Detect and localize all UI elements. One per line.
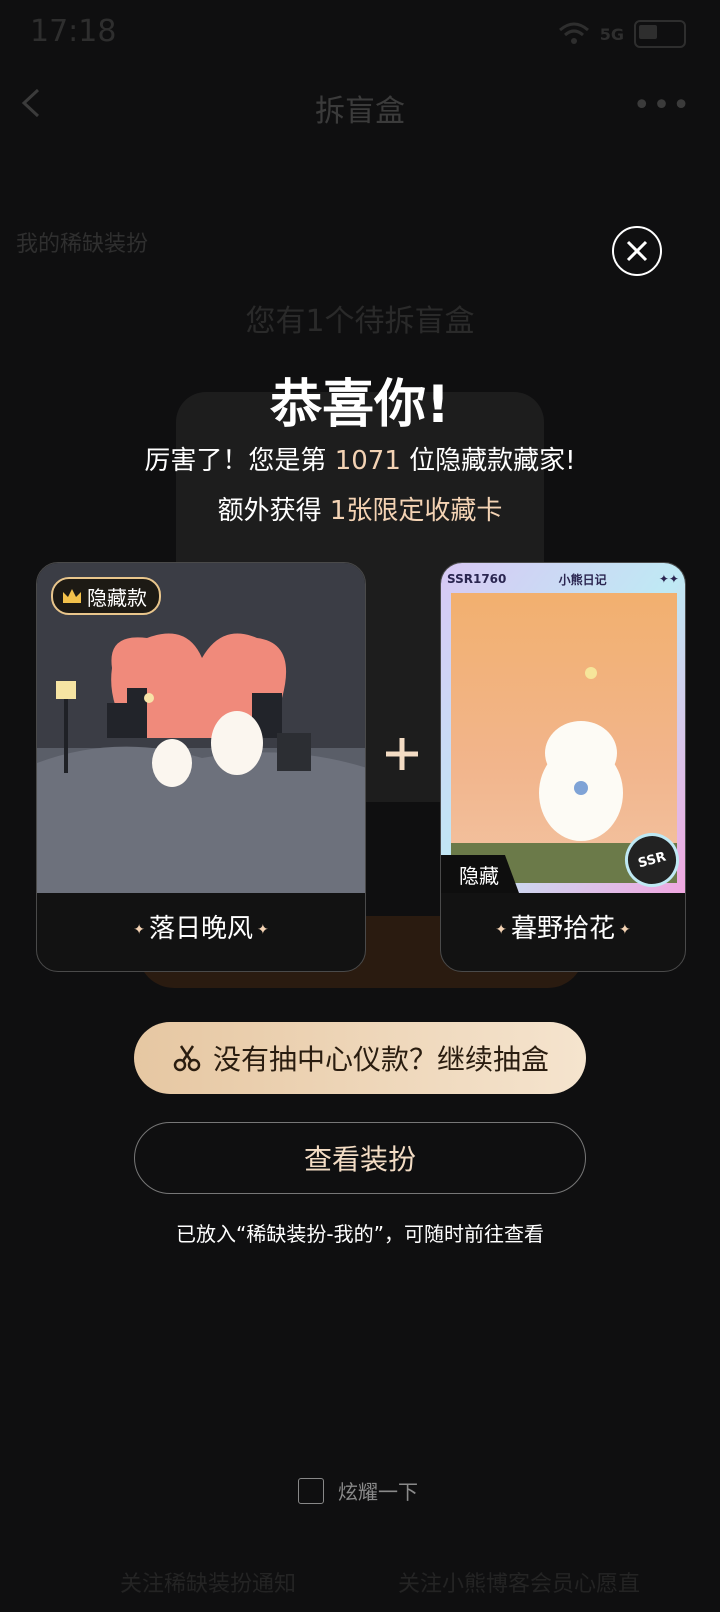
sparkle-icon: ✦ [619, 921, 631, 938]
left-card-name: ✦ 落日晚风 ✦ [37, 908, 365, 945]
bonus-prefix: 额外获得 [217, 496, 322, 526]
close-button[interactable] [612, 226, 662, 276]
rank-number: 1071 [334, 446, 401, 476]
card-header: SSR1760 小熊日记 ✦✦ [447, 567, 679, 591]
limited-collection-card[interactable]: SSR1760 小熊日记 ✦✦ 隐藏 SSR ✦ 暮野拾花 ✦ [440, 562, 686, 972]
status-time: 17:18 [30, 14, 117, 49]
rank-prefix: 厉害了！您是第 [144, 446, 327, 476]
nav-title: 拆盲盒 [315, 94, 405, 129]
continue-draw-label: 没有抽中心仪款？继续抽盒 [212, 1043, 549, 1076]
sparkle-icon: ✦✦ [658, 572, 679, 586]
series-name: 小熊日记 [558, 572, 607, 587]
show-off-label: 炫耀一下 [338, 1480, 418, 1504]
footer-right: 关注小熊博客会员心愿直 [398, 1572, 641, 1597]
sparkle-icon: ✦ [133, 921, 145, 938]
plus-icon [386, 738, 418, 770]
view-outfit-button[interactable]: 查看装扮 [134, 1122, 586, 1194]
pending-box-count: 您有1个待拆盲盒 [245, 304, 475, 339]
bonus-highlight: 1张限定收藏卡 [329, 496, 503, 526]
ssr-code: SSR1760 [447, 572, 507, 586]
status-bar: 17:18 5G [0, 0, 720, 66]
footer-left: 关注稀缺装扮通知 [120, 1572, 297, 1597]
rank-suffix: 位隐藏款藏家! [409, 446, 576, 476]
hidden-badge-label: 隐藏款 [87, 585, 147, 610]
show-off-checkbox[interactable] [298, 1477, 324, 1504]
scissors-icon [173, 1045, 201, 1072]
nav-bar: 拆盲盒 ••• [0, 70, 720, 140]
right-card-name: ✦ 暮野拾花 ✦ [441, 908, 685, 945]
sparkle-icon: ✦ [495, 921, 507, 938]
signal-icon: 5G [599, 24, 624, 44]
left-card-title: 落日晚风 [148, 914, 253, 944]
placement-note: 已放入“稀缺装扮-我的”，可随时前往查看 [176, 1222, 544, 1246]
right-card-title: 暮野拾花 [510, 914, 615, 944]
show-off-option[interactable]: 炫耀一下 [298, 1476, 418, 1505]
more-icon[interactable]: ••• [633, 91, 692, 121]
battery-icon [634, 20, 686, 48]
sparkle-icon: ✦ [257, 921, 269, 938]
hidden-badge: 隐藏款 [51, 577, 161, 615]
crown-icon [63, 589, 81, 603]
hidden-outfit-card[interactable]: 隐藏款 ✦ 落日晚风 ✦ [36, 562, 366, 972]
bonus-card-text: 额外获得 1张限定收藏卡 [0, 490, 720, 527]
wifi-icon [558, 22, 589, 44]
my-rare-outfits-link[interactable]: 我的稀缺装扮 [16, 226, 148, 258]
continue-draw-button[interactable]: 没有抽中心仪款？继续抽盒 [134, 1022, 586, 1094]
status-icons: 5G [558, 20, 686, 48]
close-icon [626, 240, 648, 262]
congrats-title: 恭喜你! [270, 375, 450, 435]
collector-rank-text: 厉害了！您是第 1071 位隐藏款藏家! [0, 440, 720, 477]
